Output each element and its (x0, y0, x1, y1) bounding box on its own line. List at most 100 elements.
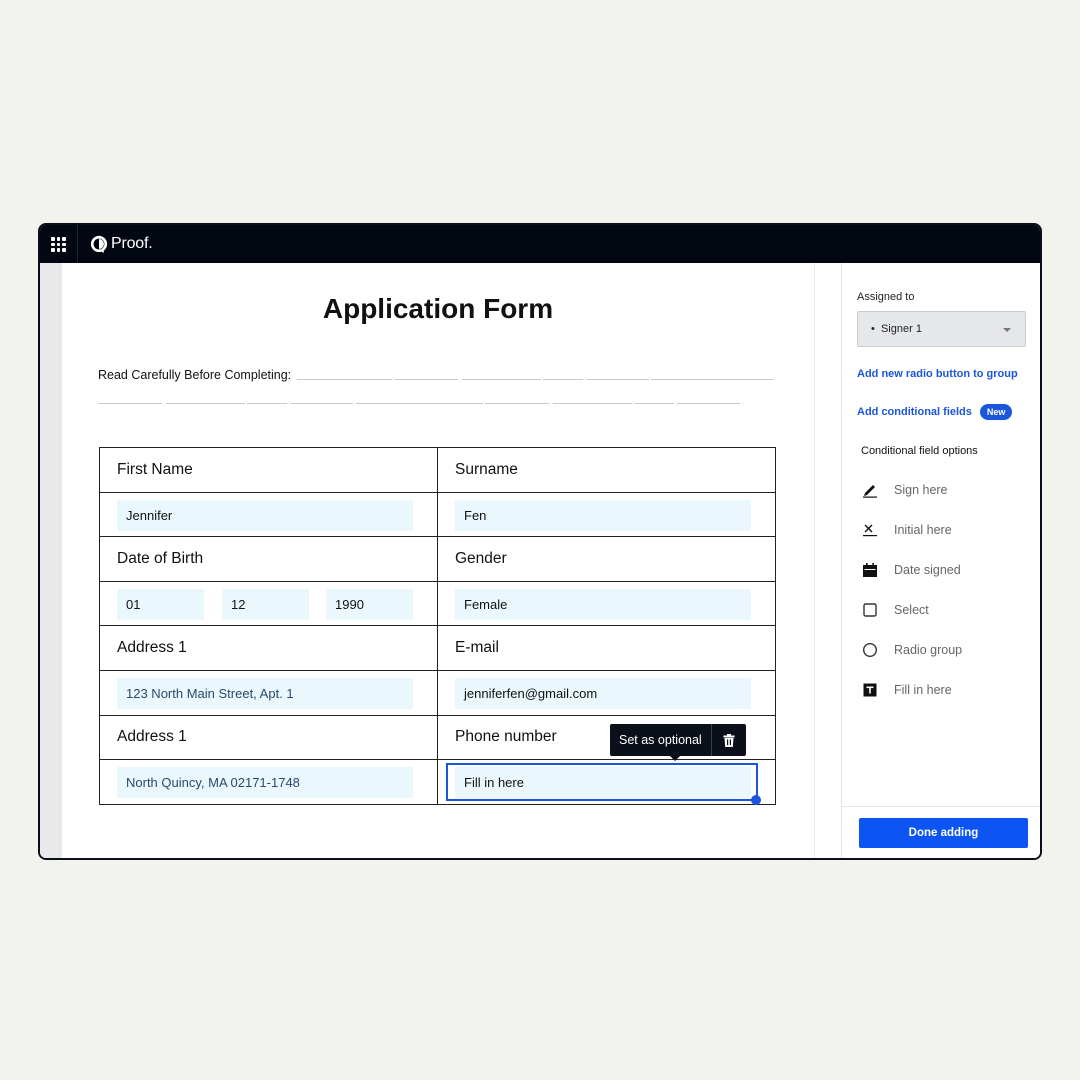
address2-field[interactable]: North Quincy, MA 02171-1748 (117, 767, 413, 799)
option-select[interactable]: Select (861, 600, 929, 620)
dob-label: Date of Birth (117, 549, 204, 567)
rule-line (98, 403, 162, 404)
rule-line (290, 403, 353, 404)
first-name-label: First Name (117, 460, 193, 478)
table-cell: Jennifer (99, 491, 438, 538)
option-radio-group[interactable]: Radio group (861, 640, 962, 660)
table-row: North Quincy, MA 02171-1748 Fill in here (99, 759, 776, 806)
add-conditional-fields-link[interactable]: Add conditional fields New (857, 404, 1013, 420)
option-label: Initial here (894, 523, 952, 537)
email-field[interactable]: jenniferfen@gmail.com (455, 677, 751, 709)
option-label: Fill in here (894, 683, 952, 697)
sidebar: Assigned to • Signer 1 Add new radio but… (841, 263, 1040, 858)
option-label: Select (894, 603, 929, 617)
instruction-text: Read Carefully Before Completing: (98, 368, 292, 382)
initial-x-icon (861, 521, 879, 539)
pen-icon (861, 481, 879, 499)
rule-line (543, 379, 583, 380)
rule-line (394, 379, 458, 380)
address1-field[interactable]: 123 North Main Street, Apt. 1 (117, 677, 413, 709)
rule-line (634, 403, 674, 404)
option-date-signed[interactable]: Date signed (861, 560, 961, 580)
grid-icon (51, 237, 66, 252)
chevron-down-icon (1003, 328, 1011, 332)
table-cell: Gender (437, 536, 776, 582)
table-cell: 123 North Main Street, Apt. 1 (99, 669, 438, 716)
table-row: Jennifer Fen (99, 491, 776, 538)
option-fill-in-here[interactable]: Fill in here (861, 680, 952, 700)
text-field-icon (861, 681, 879, 699)
rule-line (356, 403, 483, 404)
document-area: Application Form Read Carefully Before C… (40, 263, 815, 858)
table-cell: First Name (99, 447, 438, 493)
table-cell: jenniferfen@gmail.com (437, 669, 776, 716)
rule-line (677, 403, 740, 404)
set-optional-button[interactable]: Set as optional (610, 724, 712, 756)
resize-handle[interactable] (751, 795, 761, 806)
rule-line (297, 379, 392, 380)
option-sign-here[interactable]: Sign here (861, 480, 948, 500)
document-title: Application Form (322, 293, 554, 324)
field-toolbar: Set as optional (610, 724, 746, 761)
surname-label: Surname (455, 460, 518, 478)
radio-icon (861, 641, 879, 659)
gender-field[interactable]: Female (455, 588, 751, 620)
dob-year-field[interactable]: 1990 (326, 588, 413, 620)
sidebar-footer: Done adding (842, 806, 1040, 858)
rule-line (651, 379, 774, 380)
delete-button[interactable] (712, 724, 746, 756)
selected-field-outline[interactable] (446, 763, 761, 806)
brand-name: Proof. (111, 235, 153, 252)
add-radio-button-link[interactable]: Add new radio button to group (857, 368, 1018, 380)
tooltip-arrow (670, 756, 680, 761)
surname-field[interactable]: Fen (455, 499, 751, 531)
table-cell: North Quincy, MA 02171-1748 (99, 759, 438, 805)
trash-icon (723, 733, 735, 747)
table-row: 01 12 1990 Female (99, 580, 776, 627)
table-cell: Date of Birth (99, 536, 438, 582)
rule-line (553, 403, 632, 404)
table-cell: E-mail (437, 625, 776, 671)
checkbox-icon (861, 601, 879, 619)
first-name-field[interactable]: Jennifer (117, 499, 413, 531)
phone-label: Phone number (455, 728, 557, 746)
address2-label: Address 1 (117, 728, 187, 746)
table-cell: Address 1 (99, 625, 438, 671)
rule-line (166, 403, 245, 404)
bullet-icon: • (871, 323, 881, 335)
rule-line (247, 403, 287, 404)
add-conditional-label: Add conditional fields (857, 405, 972, 418)
option-label: Radio group (894, 643, 963, 657)
table-cell: Surname (437, 447, 776, 493)
table-row: Date of Birth Gender (99, 536, 776, 582)
app-launcher-button[interactable] (40, 225, 78, 263)
table-cell: 01 12 1990 (99, 580, 438, 627)
signer-select-value: Signer 1 (880, 323, 922, 335)
option-label: Date signed (894, 563, 961, 577)
signer-select[interactable]: • Signer 1 (857, 311, 1026, 347)
rule-line (586, 379, 649, 380)
proof-logo-icon (90, 235, 108, 253)
option-initial-here[interactable]: Initial here (861, 520, 952, 540)
app-window: Proof. Application Form Read Carefully B… (38, 223, 1042, 860)
document-page: Application Form Read Carefully Before C… (62, 263, 814, 858)
table-cell: Fen (437, 491, 776, 538)
option-label: Sign here (894, 483, 948, 497)
email-label: E-mail (455, 639, 499, 657)
rule-line (462, 379, 541, 380)
table-row: Address 1 E-mail (99, 625, 776, 671)
table-cell: Fill in here (437, 759, 776, 806)
top-bar: Proof. (40, 225, 1040, 263)
done-adding-button[interactable]: Done adding (859, 818, 1028, 848)
assigned-to-label: Assigned to (857, 291, 915, 303)
proof-logo: Proof. (90, 234, 153, 254)
table-cell: Female (437, 580, 776, 627)
dob-day-field[interactable]: 01 (117, 588, 204, 620)
table-row: First Name Surname (99, 447, 776, 493)
address1-label: Address 1 (117, 639, 187, 657)
new-badge: New (979, 404, 1013, 420)
conditional-options-heading: Conditional field options (861, 445, 978, 457)
calendar-icon (861, 561, 879, 579)
dob-month-field[interactable]: 12 (222, 588, 309, 620)
gender-label: Gender (455, 549, 507, 567)
